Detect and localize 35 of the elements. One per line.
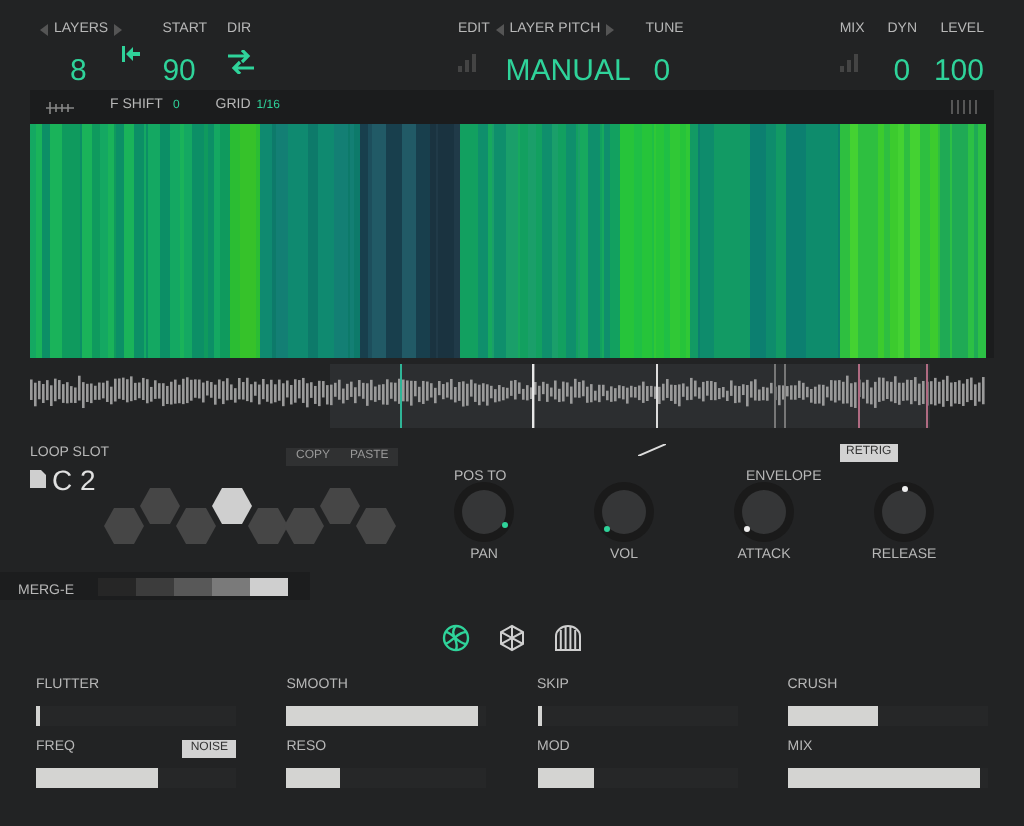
loop-slot-value: C 2 — [52, 465, 96, 493]
cube-icon[interactable] — [498, 624, 526, 652]
layer-pitch-value: MANUAL — [505, 53, 631, 87]
previous-icon[interactable] — [40, 24, 48, 37]
layers-value: 8 — [70, 53, 87, 87]
next-icon[interactable] — [114, 24, 123, 37]
slider-track[interactable] — [36, 768, 236, 788]
swap-arrows-icon[interactable] — [227, 49, 254, 73]
grip-icon[interactable] — [950, 100, 978, 114]
tune-value: 0 — [653, 53, 671, 87]
document-icon[interactable] — [30, 470, 46, 488]
next-icon[interactable] — [606, 24, 615, 37]
waveform-zoom-icon[interactable] — [46, 101, 74, 113]
previous-icon[interactable] — [495, 24, 504, 37]
level-value: 100 — [933, 53, 984, 87]
knob[interactable] — [874, 482, 934, 542]
knob[interactable] — [734, 482, 794, 542]
slider-track[interactable] — [787, 706, 988, 726]
slider-track[interactable] — [286, 768, 487, 788]
jump-to-start-icon[interactable] — [122, 46, 141, 62]
triskelion-icon[interactable] — [442, 624, 470, 652]
waveform[interactable] — [30, 364, 986, 428]
spectrogram[interactable] — [30, 124, 986, 358]
slider-track[interactable] — [537, 768, 737, 788]
dyn-value: 0 — [893, 53, 911, 87]
bars-icon[interactable] — [457, 53, 476, 71]
hexagon-pad[interactable] — [212, 488, 252, 524]
slider-track[interactable] — [537, 706, 737, 726]
slope-icon — [638, 444, 666, 456]
start-value: 90 — [162, 53, 196, 87]
bars-icon[interactable] — [839, 53, 858, 71]
merge-step[interactable] — [250, 577, 288, 595]
knob[interactable] — [594, 482, 654, 542]
slider-track[interactable] — [36, 706, 236, 726]
knob[interactable] — [454, 482, 514, 542]
